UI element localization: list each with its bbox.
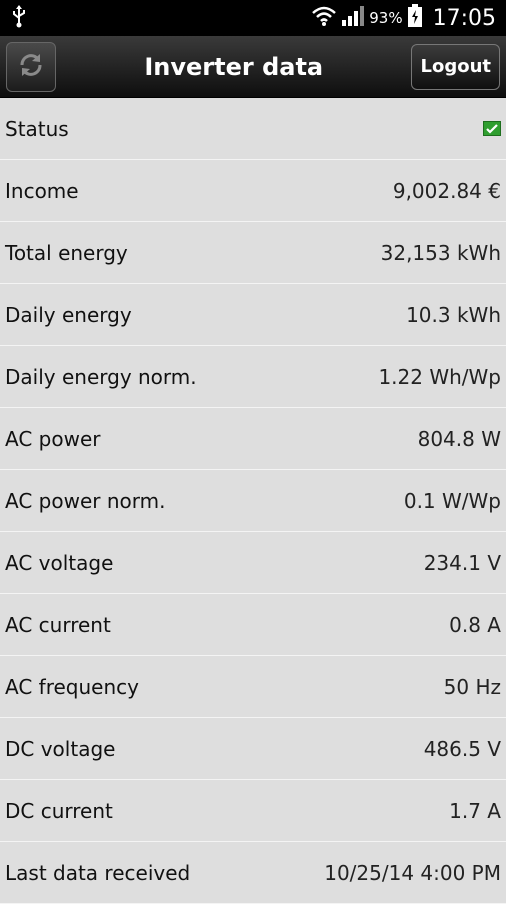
row-label: AC power bbox=[5, 426, 101, 451]
row-status: Status bbox=[0, 98, 506, 160]
row-ac-current: AC current 0.8 A bbox=[0, 594, 506, 656]
inverter-data-list: Status Income 9,002.84 € Total energy 32… bbox=[0, 98, 506, 904]
row-daily-energy-norm: Daily energy norm. 1.22 Wh/Wp bbox=[0, 346, 506, 408]
row-label: AC frequency bbox=[5, 674, 139, 699]
row-label: DC voltage bbox=[5, 736, 116, 761]
battery-percent: 93% bbox=[369, 9, 403, 27]
row-income: Income 9,002.84 € bbox=[0, 160, 506, 222]
row-dc-current: DC current 1.7 A bbox=[0, 780, 506, 842]
refresh-icon bbox=[16, 50, 46, 84]
row-value: 32,153 kWh bbox=[380, 240, 501, 265]
row-ac-power: AC power 804.8 W bbox=[0, 408, 506, 470]
signal-icon bbox=[341, 5, 365, 31]
status-ok-icon bbox=[483, 121, 501, 136]
row-label: Income bbox=[5, 178, 79, 203]
row-daily-energy: Daily energy 10.3 kWh bbox=[0, 284, 506, 346]
row-label: Status bbox=[5, 116, 69, 141]
row-value: 1.7 A bbox=[449, 798, 501, 823]
usb-icon bbox=[10, 4, 28, 32]
row-value: 0.1 W/Wp bbox=[403, 488, 501, 513]
row-ac-voltage: AC voltage 234.1 V bbox=[0, 532, 506, 594]
row-total-energy: Total energy 32,153 kWh bbox=[0, 222, 506, 284]
row-last-data-received: Last data received 10/25/14 4:00 PM bbox=[0, 842, 506, 904]
page-title: Inverter data bbox=[144, 52, 324, 81]
logout-button[interactable]: Logout bbox=[411, 43, 500, 90]
row-label: Daily energy bbox=[5, 302, 132, 327]
row-label: Daily energy norm. bbox=[5, 364, 197, 389]
row-value: 486.5 V bbox=[423, 736, 501, 761]
row-ac-frequency: AC frequency 50 Hz bbox=[0, 656, 506, 718]
wifi-icon bbox=[311, 5, 337, 31]
row-ac-power-norm: AC power norm. 0.1 W/Wp bbox=[0, 470, 506, 532]
row-label: Total energy bbox=[5, 240, 128, 265]
row-value: 234.1 V bbox=[423, 550, 501, 575]
row-label: AC power norm. bbox=[5, 488, 166, 513]
row-label: AC current bbox=[5, 612, 111, 637]
row-label: DC current bbox=[5, 798, 113, 823]
row-value: 10/25/14 4:00 PM bbox=[324, 860, 501, 885]
row-value: 1.22 Wh/Wp bbox=[378, 364, 501, 389]
row-label: Last data received bbox=[5, 860, 191, 885]
row-value: 0.8 A bbox=[449, 612, 501, 637]
row-value: 10.3 kWh bbox=[406, 302, 501, 327]
battery-charging-icon bbox=[407, 4, 423, 32]
refresh-button[interactable] bbox=[6, 41, 56, 92]
row-dc-voltage: DC voltage 486.5 V bbox=[0, 718, 506, 780]
row-value: 50 Hz bbox=[443, 674, 501, 699]
row-label: AC voltage bbox=[5, 550, 114, 575]
row-value: 9,002.84 € bbox=[392, 178, 501, 203]
action-bar: Inverter data Logout bbox=[0, 36, 506, 98]
clock: 17:05 bbox=[432, 5, 496, 31]
system-status-bar: 93% 17:05 bbox=[0, 0, 506, 36]
row-value: 804.8 W bbox=[417, 426, 501, 451]
